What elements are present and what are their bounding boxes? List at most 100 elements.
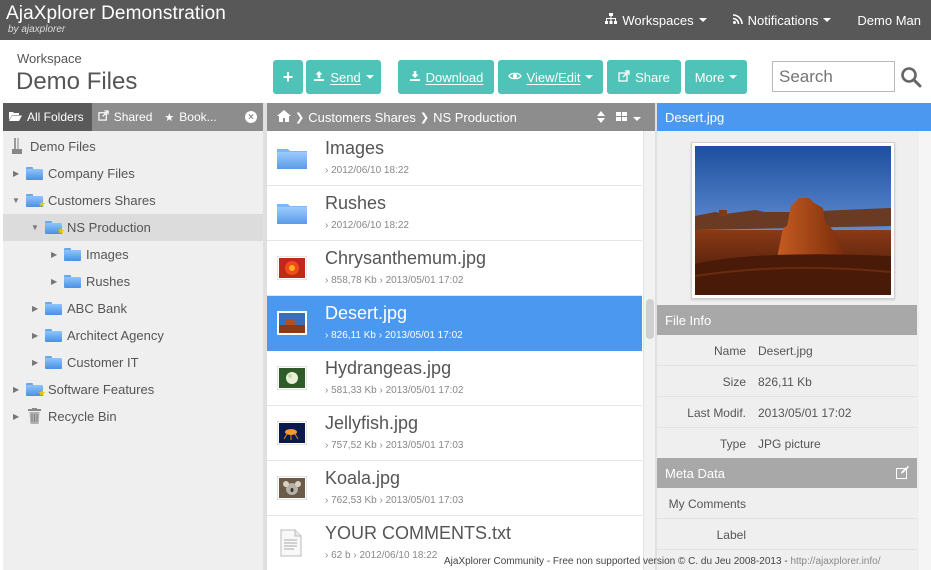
chevron-right-icon[interactable]: ▶ [32,304,38,313]
add-button[interactable]: + [273,60,303,94]
user-name: Demo Man [857,12,921,28]
tree-item-recycle-bin[interactable]: ▶ Recycle Bin [3,403,263,430]
search-icon[interactable] [900,66,922,88]
workspace-header: Workspace Demo Files + Send Download Vie… [0,40,931,103]
file-row-hydrangeas[interactable]: Hydrangeas.jpg › 581,33 Kb › 2013/05/01 … [267,351,642,406]
folder-icon [64,248,81,261]
tree-item-rushes[interactable]: ▶ Rushes [3,268,263,295]
tree-item-customer-it[interactable]: ▶ Customer IT [3,349,263,376]
user-menu[interactable]: Demo Man [857,13,921,28]
notifications-menu[interactable]: Notifications [732,12,832,28]
details-scrollbar[interactable] [919,131,931,570]
chevron-down-icon[interactable]: ▼ [12,196,20,205]
notifications-label: Notifications [747,12,819,28]
plus-icon: + [282,66,294,87]
tree-label: Customers Shares [48,193,156,208]
chevron-right-icon[interactable]: ▶ [32,358,38,367]
tree-root[interactable]: Demo Files [3,133,263,160]
meta-data-header[interactable]: Meta Data [657,458,917,488]
share-button[interactable]: Share [607,60,681,94]
send-button[interactable]: Send [306,60,381,94]
chevron-right-icon[interactable]: ▶ [51,250,57,259]
workspace-label: Workspace [17,51,82,66]
sort-icon[interactable] [596,111,606,126]
footer: AjaXplorer Community - Free non supporte… [444,556,881,567]
chevron-down-icon[interactable] [633,116,641,121]
file-meta: › 762,53 Kb › 2013/05/01 17:03 [325,495,464,506]
file-list-scrollbar[interactable] [643,131,655,570]
tree-label: ABC Bank [67,301,127,316]
info-row-modified: Last Modif. 2013/05/01 17:02 [657,397,917,428]
chevron-right-icon[interactable]: ▶ [13,385,19,394]
folder-icon [277,202,307,226]
chevron-right-icon[interactable]: ▶ [13,169,19,178]
file-row-chrysanthemum[interactable]: Chrysanthemum.jpg › 858,78 Kb › 2013/05/… [267,241,642,296]
home-icon[interactable] [277,109,291,125]
tree-label: Images [86,247,129,262]
info-row-type: Type JPG picture [657,428,917,459]
share-icon [98,110,109,124]
left-tabs: All Folders Shared ★ Book... × [3,103,263,131]
tree-item-architect-agency[interactable]: ▶ Architect Agency [3,322,263,349]
scrollbar-thumb[interactable] [646,299,654,339]
footer-link[interactable]: http://ajaxplorer.info/ [790,556,880,567]
download-button[interactable]: Download [398,60,494,94]
tree-item-company-files[interactable]: ▶ Company Files [3,160,263,187]
meta-row-label[interactable]: Label [657,519,917,550]
grid-view-icon[interactable] [616,112,628,125]
tab-shared[interactable]: Shared [92,103,159,131]
file-info-header[interactable]: File Info [657,305,917,335]
sitemap-icon [605,13,618,27]
close-icon[interactable]: × [245,111,257,123]
tree-item-customers-shares[interactable]: ▼ ★ Customers Shares [3,187,263,214]
image-thumbnail [277,311,307,335]
chevron-right-icon[interactable]: ▶ [13,412,19,421]
view-edit-button[interactable]: View/Edit [498,60,603,94]
breadcrumb-customers-shares[interactable]: Customers Shares [308,110,416,125]
tree-label: NS Production [67,220,151,235]
tree-item-abc-bank[interactable]: ▶ ABC Bank [3,295,263,322]
share-icon [618,69,630,85]
chevron-down-icon [698,18,707,22]
folder-icon [45,302,62,315]
desert-preview-image [694,146,892,295]
file-row-desert[interactable]: Desert.jpg › 826,11 Kb › 2013/05/01 17:0… [267,296,642,351]
file-row-koala[interactable]: Koala.jpg › 762,53 Kb › 2013/05/01 17:03 [267,461,642,516]
tree-label: Demo Files [30,139,96,154]
chevron-down-icon[interactable]: ▼ [31,223,39,232]
more-button[interactable]: More [685,60,747,94]
shared-folder-icon: ★ [45,221,65,236]
chevron-right-icon: ❯ [295,111,305,124]
file-name: Chrysanthemum.jpg [325,248,487,268]
workspaces-menu[interactable]: Workspaces [605,13,707,28]
tree-item-images[interactable]: ▶ Images [3,241,263,268]
eye-icon [507,70,522,84]
tree-item-software-features[interactable]: ▶ ★ Software Features [3,376,263,403]
folder-icon [45,329,62,342]
breadcrumb-ns-production[interactable]: NS Production [433,110,517,125]
chevron-right-icon: ❯ [419,111,430,124]
tree-label: Architect Agency [67,328,164,343]
workspace-title: Demo Files [16,68,138,95]
image-preview[interactable] [691,142,895,299]
edit-icon[interactable] [896,466,909,482]
search-input[interactable] [772,61,895,92]
tab-bookmarks[interactable]: ★ Book... [158,103,222,131]
folder-icon [26,167,43,180]
info-row-size: Size 826,11 Kb [657,366,917,397]
top-bar: AjaXplorer Demonstration by ajaxplorer W… [0,0,931,40]
tree-item-ns-production[interactable]: ▼ ★ NS Production [3,214,263,241]
chevron-right-icon[interactable]: ▶ [51,277,57,286]
image-thumbnail [276,365,308,391]
chevron-right-icon[interactable]: ▶ [32,331,38,340]
file-row-jellyfish[interactable]: Jellyfish.jpg › 757,52 Kb › 2013/05/01 1… [267,406,642,461]
folder-icon [45,356,62,369]
text-file-icon [279,529,309,557]
file-row-images[interactable]: Images › 2012/06/10 18:22 [267,131,642,186]
file-row-rushes[interactable]: Rushes › 2012/06/10 18:22 [267,186,642,241]
tab-all-folders[interactable]: All Folders [3,103,92,131]
meta-row-comments[interactable]: My Comments [657,488,917,519]
folder-open-icon [9,111,22,124]
file-name: Jellyfish.jpg [325,413,419,433]
tree-label: Company Files [48,166,135,181]
